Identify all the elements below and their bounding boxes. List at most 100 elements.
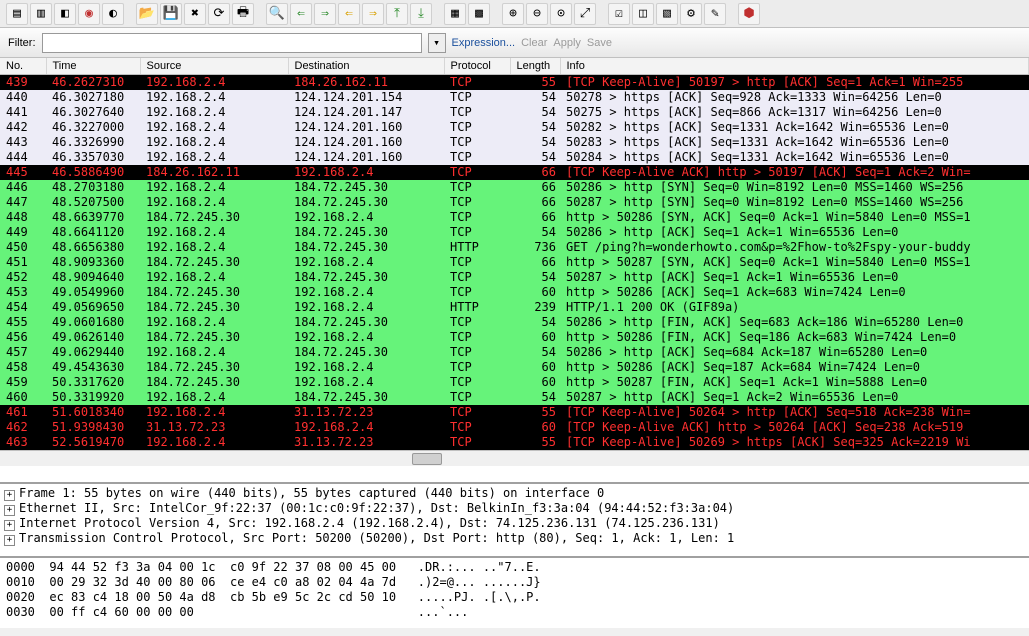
tb-goto-next-icon[interactable]: ⇒ — [362, 3, 384, 25]
cell-src: 184.72.245.30 — [140, 285, 288, 300]
tb-zoomout-icon[interactable]: ⊖ — [526, 3, 548, 25]
packet-row[interactable]: 44346.3326990192.168.2.4124.124.201.160T… — [0, 135, 1029, 150]
cell-dst: 124.124.201.147 — [288, 105, 444, 120]
tb-interfaces-icon[interactable]: ▤ — [6, 3, 28, 25]
tb-coloring-icon[interactable]: ▧ — [656, 3, 678, 25]
cell-dst: 184.72.245.30 — [288, 345, 444, 360]
scrollbar-thumb[interactable] — [412, 453, 442, 465]
cell-proto: TCP — [444, 420, 510, 435]
tb-help-icon[interactable]: ⬢ — [738, 3, 760, 25]
packet-row[interactable]: 45148.9093360184.72.245.30192.168.2.4TCP… — [0, 255, 1029, 270]
packet-list-hscrollbar[interactable] — [0, 450, 1029, 466]
tb-tools-icon[interactable]: ✎ — [704, 3, 726, 25]
cell-len: 60 — [510, 330, 560, 345]
cell-len: 66 — [510, 180, 560, 195]
cell-src: 192.168.2.4 — [140, 75, 288, 91]
expression-link[interactable]: Expression... — [452, 37, 516, 49]
tb-restart-icon[interactable]: ◐ — [102, 3, 124, 25]
packet-row[interactable]: 44246.3227000192.168.2.4124.124.201.160T… — [0, 120, 1029, 135]
col-header-len[interactable]: Length — [510, 58, 560, 75]
cell-no: 460 — [0, 390, 46, 405]
packet-row[interactable]: 44648.2703180192.168.2.4184.72.245.30TCP… — [0, 180, 1029, 195]
tree-item[interactable]: +Internet Protocol Version 4, Src: 192.1… — [4, 516, 1025, 531]
packet-row[interactable]: 45048.6656380192.168.2.4184.72.245.30HTT… — [0, 240, 1029, 255]
tb-goto-prev-icon[interactable]: ⇐ — [338, 3, 360, 25]
cell-no: 452 — [0, 270, 46, 285]
tb-find-icon[interactable]: 🔍 — [266, 3, 288, 25]
cell-time: 46.3326990 — [46, 135, 140, 150]
tb-print-icon[interactable]: 🖶 — [232, 3, 254, 25]
packet-row[interactable]: 44748.5207500192.168.2.4184.72.245.30TCP… — [0, 195, 1029, 210]
cell-proto: TCP — [444, 435, 510, 450]
cell-proto: TCP — [444, 120, 510, 135]
packet-bytes-pane[interactable]: 0000 94 44 52 f3 3a 04 00 1c c0 9f 22 37… — [0, 558, 1029, 628]
expand-icon[interactable]: + — [4, 520, 15, 531]
cell-info: http > 50286 [ACK] Seq=1 Ack=683 Win=742… — [560, 285, 1029, 300]
packet-details-pane[interactable]: +Frame 1: 55 bytes on wire (440 bits), 5… — [0, 484, 1029, 558]
packet-row[interactable]: 45349.0549960184.72.245.30192.168.2.4TCP… — [0, 285, 1029, 300]
packet-row[interactable]: 43946.2627310192.168.2.4184.26.162.11TCP… — [0, 75, 1029, 91]
tb-prev-icon[interactable]: ⇐ — [290, 3, 312, 25]
expand-icon[interactable]: + — [4, 535, 15, 546]
tb-open-icon[interactable]: 📂 — [136, 3, 158, 25]
packet-row[interactable]: 45950.3317620184.72.245.30192.168.2.4TCP… — [0, 375, 1029, 390]
tb-next-icon[interactable]: ⇒ — [314, 3, 336, 25]
clear-link[interactable]: Clear — [521, 37, 547, 49]
packet-row[interactable]: 46050.3319920192.168.2.4184.72.245.30TCP… — [0, 390, 1029, 405]
tree-item[interactable]: + Ethernet II, Src: IntelCor_9f:22:37 (00… — [4, 501, 1025, 516]
tb-capfilter-icon[interactable]: ☑ — [608, 3, 630, 25]
packet-row[interactable]: 44848.6639770184.72.245.30192.168.2.4TCP… — [0, 210, 1029, 225]
apply-link[interactable]: Apply — [553, 37, 581, 49]
packet-row[interactable]: 45849.4543630184.72.245.30192.168.2.4TCP… — [0, 360, 1029, 375]
tb-start-icon[interactable]: ◧ — [54, 3, 76, 25]
cell-proto: TCP — [444, 330, 510, 345]
expand-icon[interactable]: + — [4, 505, 15, 516]
tb-reload-icon[interactable]: ⟳ — [208, 3, 230, 25]
tb-save-icon[interactable]: 💾 — [160, 3, 182, 25]
tb-dispfilter-icon[interactable]: ◫ — [632, 3, 654, 25]
packet-row[interactable]: 44046.3027180192.168.2.4124.124.201.154T… — [0, 90, 1029, 105]
packet-row[interactable]: 46251.939843031.13.72.23192.168.2.4TCP60… — [0, 420, 1029, 435]
packet-row[interactable]: 45749.0629440192.168.2.4184.72.245.30TCP… — [0, 345, 1029, 360]
packet-row[interactable]: 45649.0626140184.72.245.30192.168.2.4TCP… — [0, 330, 1029, 345]
cell-info: [TCP Keep-Alive ACK] http > 50197 [ACK] … — [560, 165, 1029, 180]
tb-first-icon[interactable]: ⤒ — [386, 3, 408, 25]
tb-resize-icon[interactable]: ⤢ — [574, 3, 596, 25]
cell-time: 50.3319920 — [46, 390, 140, 405]
tree-item[interactable]: +Frame 1: 55 bytes on wire (440 bits), 5… — [4, 486, 1025, 501]
tree-item[interactable]: +Transmission Control Protocol, Src Port… — [4, 531, 1025, 546]
tb-close-icon[interactable]: ✖ — [184, 3, 206, 25]
tb-colorize-icon[interactable]: ▦ — [444, 3, 466, 25]
col-header-info[interactable]: Info — [560, 58, 1029, 75]
tree-label: Ethernet II, Src: IntelCor_9f:22:37 (00:… — [19, 501, 734, 515]
packet-row[interactable]: 46352.5619470192.168.2.431.13.72.23TCP55… — [0, 435, 1029, 450]
packet-row[interactable]: 45549.0601680192.168.2.4184.72.245.30TCP… — [0, 315, 1029, 330]
tb-options-icon[interactable]: ▥ — [30, 3, 52, 25]
expand-icon[interactable]: + — [4, 490, 15, 501]
packet-row[interactable]: 44446.3357030192.168.2.4124.124.201.160T… — [0, 150, 1029, 165]
col-header-proto[interactable]: Protocol — [444, 58, 510, 75]
cell-dst: 192.168.2.4 — [288, 300, 444, 315]
packet-row[interactable]: 45248.9094640192.168.2.4184.72.245.30TCP… — [0, 270, 1029, 285]
tb-autoscroll-icon[interactable]: ▩ — [468, 3, 490, 25]
col-header-src[interactable]: Source — [140, 58, 288, 75]
save-link[interactable]: Save — [587, 37, 612, 49]
cell-dst: 184.72.245.30 — [288, 315, 444, 330]
filter-input[interactable] — [42, 33, 422, 53]
tb-zoomin-icon[interactable]: ⊕ — [502, 3, 524, 25]
filter-dropdown-icon[interactable]: ▾ — [428, 33, 446, 53]
packet-row[interactable]: 45449.0569650184.72.245.30192.168.2.4HTT… — [0, 300, 1029, 315]
packet-row[interactable]: 44146.3027640192.168.2.4124.124.201.147T… — [0, 105, 1029, 120]
packet-row[interactable]: 46151.6018340192.168.2.431.13.72.23TCP55… — [0, 405, 1029, 420]
col-header-dst[interactable]: Destination — [288, 58, 444, 75]
cell-time: 48.6639770 — [46, 210, 140, 225]
col-header-no[interactable]: No. — [0, 58, 46, 75]
col-header-time[interactable]: Time — [46, 58, 140, 75]
tb-stop-icon[interactable]: ◉ — [78, 3, 100, 25]
packet-row[interactable]: 44948.6641120192.168.2.4184.72.245.30TCP… — [0, 225, 1029, 240]
packet-row[interactable]: 44546.5886490184.26.162.11192.168.2.4TCP… — [0, 165, 1029, 180]
tb-zoom100-icon[interactable]: ⊙ — [550, 3, 572, 25]
tb-prefs-icon[interactable]: ⚙ — [680, 3, 702, 25]
tb-last-icon[interactable]: ⤓ — [410, 3, 432, 25]
packet-list-pane[interactable]: No. Time Source Destination Protocol Len… — [0, 58, 1029, 484]
